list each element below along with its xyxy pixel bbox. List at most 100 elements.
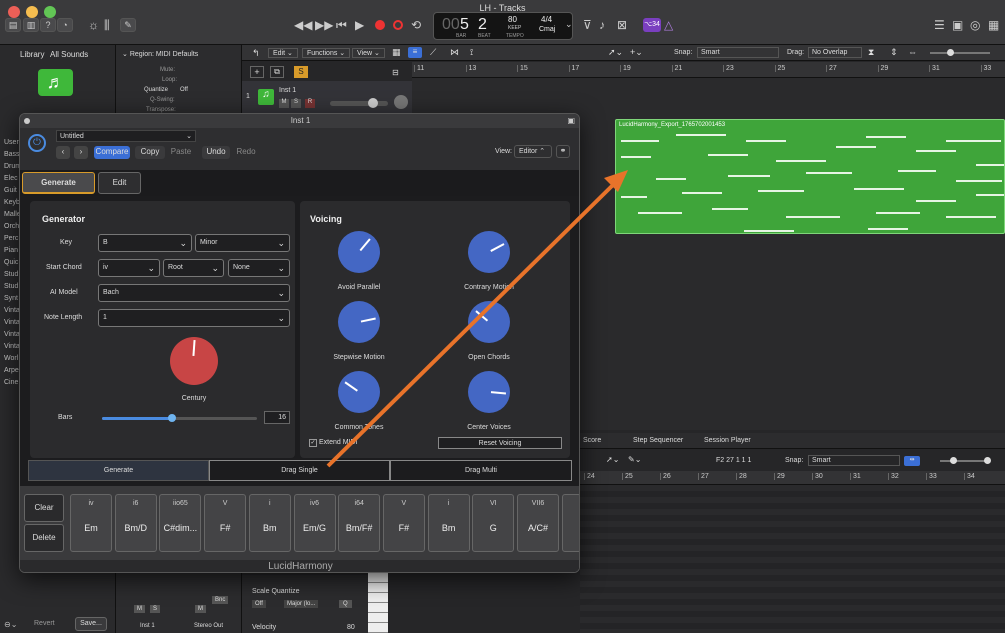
loop-browser-icon[interactable]: ◎: [970, 18, 980, 32]
voicing-knob[interactable]: [468, 231, 510, 273]
track-solo-button[interactable]: S: [291, 99, 301, 108]
midi-note[interactable]: [866, 136, 906, 138]
waveform-zoom-icon[interactable]: ⧗: [868, 47, 874, 58]
drag-multi-button[interactable]: Drag Multi: [390, 460, 572, 481]
pr-zoom-knob-2[interactable]: [984, 457, 991, 464]
chord-card[interactable]: VII6 A/C#: [517, 494, 559, 552]
mixer-icon[interactable]: ⫼: [104, 18, 110, 33]
chord-card[interactable]: iv Em: [70, 494, 112, 552]
library-toggle-icon[interactable]: ▤: [5, 18, 21, 32]
bounce-button[interactable]: Bnc: [212, 596, 229, 604]
chord-card[interactable]: i6 Bm/D: [114, 494, 157, 552]
inspector-toggle-icon[interactable]: ▥: [23, 18, 39, 32]
save-button[interactable]: Save...: [75, 617, 107, 631]
scale-quantize-major[interactable]: Major (lo...: [284, 600, 319, 608]
tuner-icon[interactable]: ♪: [599, 18, 605, 32]
midi-note[interactable]: [946, 140, 1001, 142]
pr-zoom-knob-1[interactable]: [950, 457, 957, 464]
zoom-slider-knob[interactable]: [947, 49, 954, 56]
track-name[interactable]: Inst 1: [279, 87, 296, 94]
voicing-knob[interactable]: [338, 371, 380, 413]
tab-generate[interactable]: Generate: [22, 172, 95, 194]
key-select[interactable]: B ⌄: [98, 234, 192, 252]
solo-button[interactable]: S: [150, 605, 161, 613]
metronome-icon[interactable]: △: [664, 18, 673, 32]
midi-note[interactable]: [898, 170, 936, 172]
snap-select[interactable]: Smart: [697, 47, 779, 58]
pencil-tool-icon[interactable]: ✎⌄: [628, 455, 641, 464]
redo-button[interactable]: Redo: [232, 146, 260, 159]
midi-note[interactable]: [946, 216, 996, 218]
midi-note[interactable]: [728, 175, 770, 177]
library-item[interactable]: Cine: [4, 379, 18, 386]
next-preset-button[interactable]: ›: [74, 146, 88, 159]
zoom-slider[interactable]: [930, 52, 990, 54]
plugin-resize-icon[interactable]: ▣: [567, 114, 575, 128]
plugin-close-button[interactable]: [24, 118, 30, 124]
library-item[interactable]: Orch: [4, 223, 19, 230]
add-track-button[interactable]: +: [250, 66, 264, 78]
rewind-icon[interactable]: ◀◀: [294, 18, 312, 32]
voicing-knob[interactable]: [338, 301, 380, 343]
pointer-tool-icon[interactable]: ➚⌄: [608, 47, 623, 58]
list-view-icon[interactable]: ≡: [408, 47, 422, 58]
ai-model-select[interactable]: Bach ⌄: [98, 284, 290, 302]
flex-icon[interactable]: ⋈: [450, 47, 459, 58]
timeline-ruler[interactable]: 11 13 15 17 19 21 23 25 27 29 31 33: [412, 62, 1005, 78]
all-sounds-selector[interactable]: All Sounds: [50, 50, 88, 59]
delete-button[interactable]: Delete: [24, 524, 64, 552]
automation-icon[interactable]: ⟋: [430, 47, 436, 58]
browser-icon[interactable]: ▦: [988, 18, 999, 32]
preset-select[interactable]: Untitled ⌄: [56, 130, 196, 142]
region-inspector-header[interactable]: ⌄ Region: MIDI Defaults: [122, 50, 198, 58]
midi-region[interactable]: LucidHarmony_Export_1765702001453: [615, 119, 1005, 234]
library-item[interactable]: Keyb: [4, 199, 20, 206]
tool-icon[interactable]: ⟟: [470, 47, 473, 58]
note-length-select[interactable]: 1 ⌄: [98, 309, 290, 327]
midi-note[interactable]: [806, 172, 852, 174]
clear-button[interactable]: Clear: [24, 494, 64, 522]
chord-card[interactable]: V F#: [382, 494, 425, 552]
voicing-knob[interactable]: [338, 231, 380, 273]
century-knob[interactable]: [170, 337, 218, 385]
library-item[interactable]: Vinta: [4, 307, 20, 314]
voicing-knob[interactable]: [468, 371, 510, 413]
cycle-icon[interactable]: ⟲: [411, 18, 421, 32]
lcd-display[interactable]: 00 5 2 BAR BEAT 80 KEEP TEMPO 4/4 Cmaj ⌄: [433, 12, 573, 40]
midi-note[interactable]: [758, 190, 804, 192]
chord-card[interactable]: V F#: [204, 494, 247, 552]
track-volume-knob[interactable]: [368, 98, 378, 108]
library-item[interactable]: Stud: [4, 271, 18, 278]
chord-card[interactable]: i Bm: [248, 494, 291, 552]
play-icon[interactable]: ▶: [355, 18, 364, 32]
piano-keyboard[interactable]: [368, 573, 388, 633]
midi-note[interactable]: [746, 140, 786, 142]
midi-note[interactable]: [676, 134, 726, 136]
smart-controls-icon[interactable]: ◔: [57, 18, 73, 32]
midi-note[interactable]: [868, 228, 908, 230]
mute-button[interactable]: M: [134, 605, 145, 613]
view-select[interactable]: Editor ⌃: [514, 145, 552, 158]
midi-note[interactable]: [744, 230, 794, 232]
record-button[interactable]: [375, 20, 385, 30]
duplicate-track-icon[interactable]: ⧉: [270, 66, 284, 78]
chord-card-partial[interactable]: [562, 494, 579, 552]
tab-step-sequencer[interactable]: Step Sequencer: [633, 437, 683, 444]
midi-note[interactable]: [776, 160, 826, 162]
chord-card[interactable]: i Bm: [427, 494, 470, 552]
library-item[interactable]: Worl: [4, 355, 18, 362]
horizontal-zoom-icon[interactable]: ⇔: [908, 47, 917, 57]
brightness-icon[interactable]: ☼: [88, 18, 99, 32]
editors-icon[interactable]: ✎: [120, 18, 136, 32]
grid-view-icon[interactable]: ▦: [392, 47, 401, 58]
library-item[interactable]: Guit: [4, 187, 17, 194]
forward-icon[interactable]: ▶▶: [315, 18, 333, 32]
edit-menu[interactable]: Edit ⌄: [268, 48, 298, 58]
voicing-knob[interactable]: [468, 301, 510, 343]
out-mute-button[interactable]: M: [195, 605, 206, 613]
track-mute-button[interactable]: M: [279, 99, 289, 108]
pr-link-icon[interactable]: ⇹: [904, 456, 920, 466]
tab-score[interactable]: Score: [583, 437, 601, 444]
velocity-value[interactable]: 80: [347, 624, 355, 631]
extend-midi-checkbox[interactable]: ✓ Extend MIDI: [309, 439, 357, 447]
